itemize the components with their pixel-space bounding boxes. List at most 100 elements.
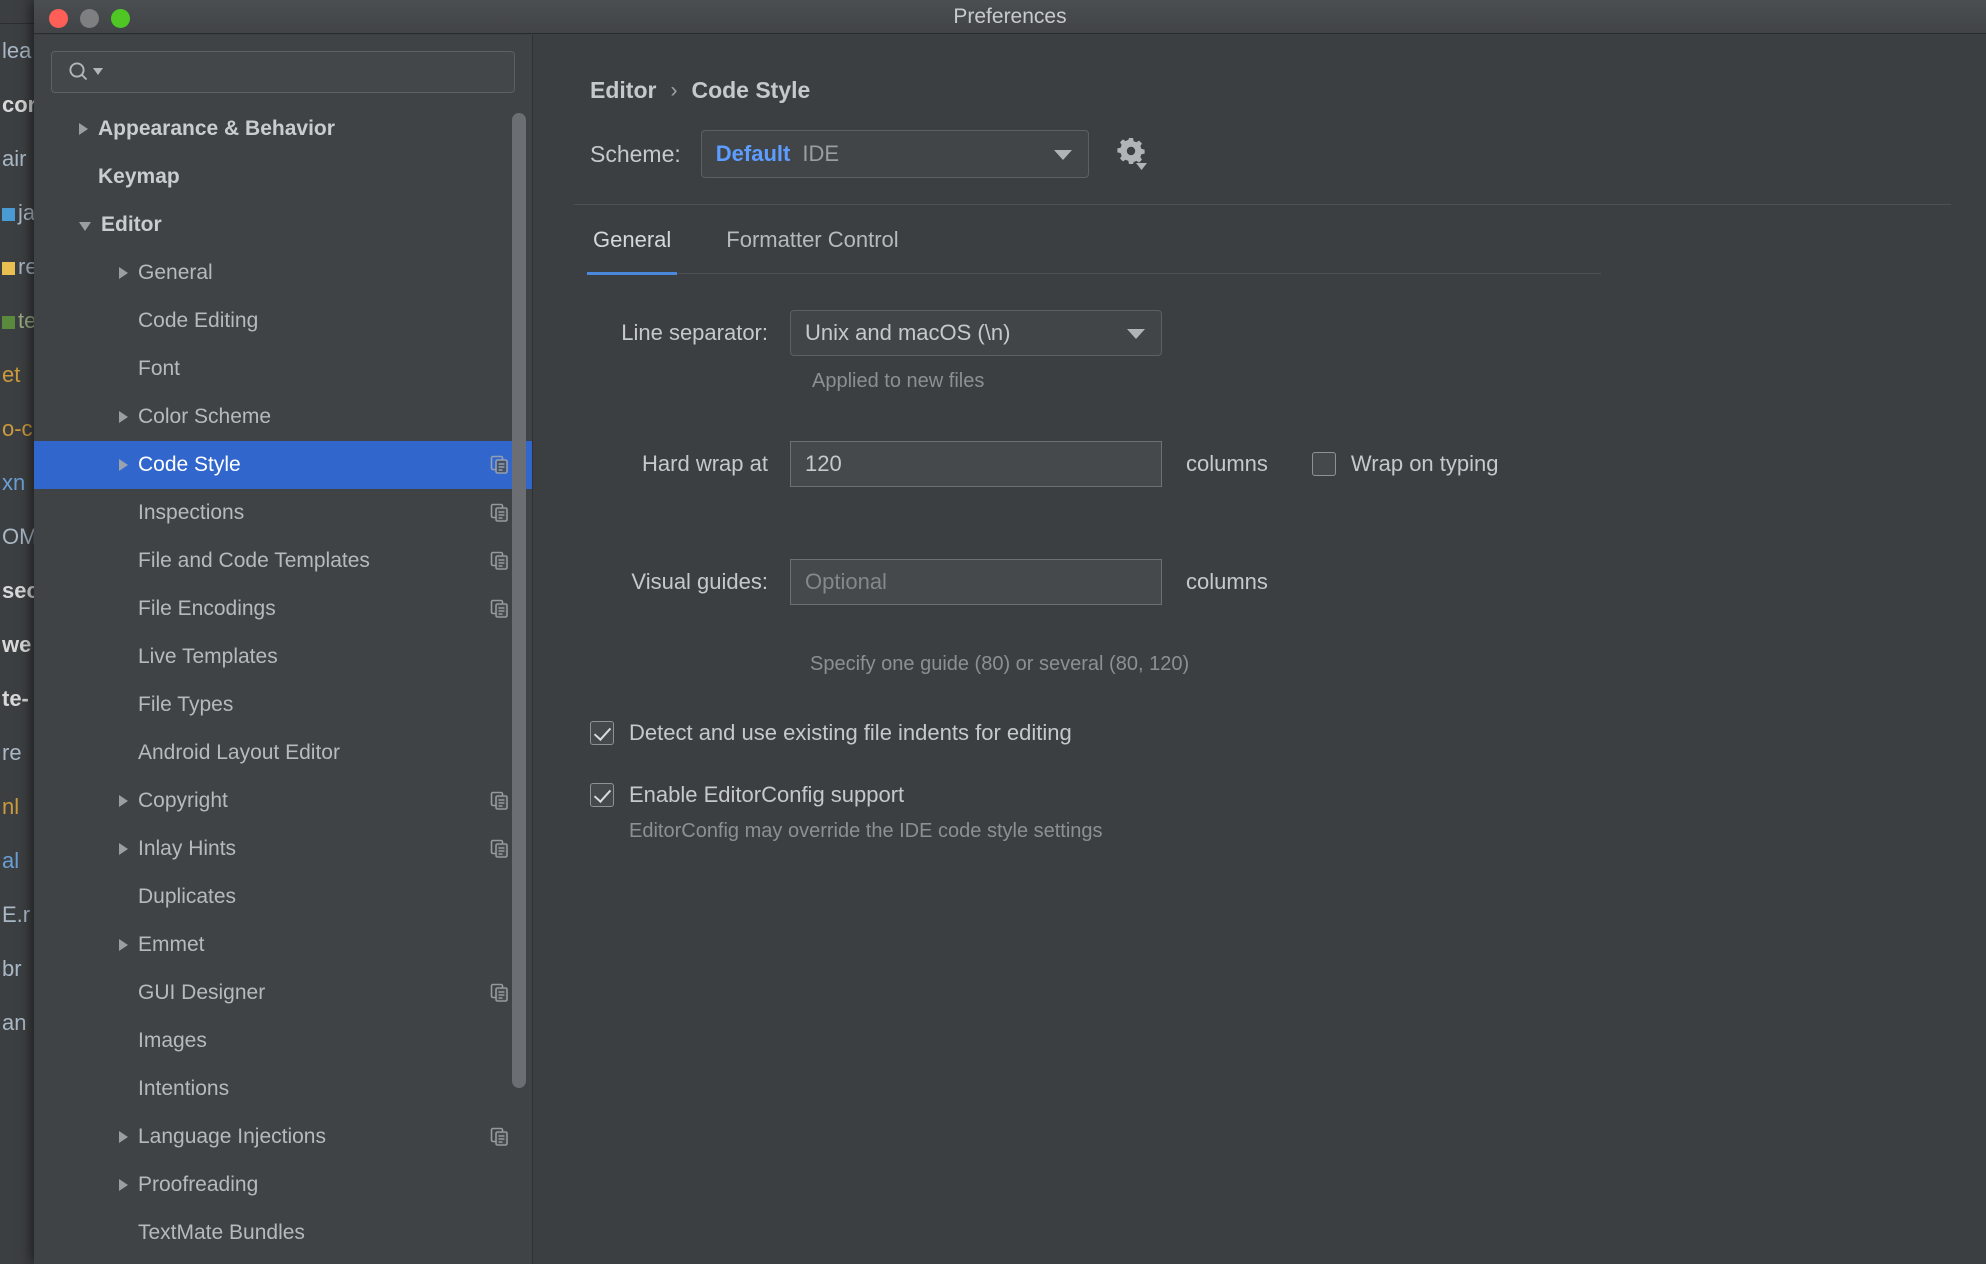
background-code-line: OM <box>0 510 34 564</box>
file-type-icon <box>2 262 15 275</box>
scheme-label: Scheme: <box>590 141 681 168</box>
search-box[interactable] <box>51 51 515 93</box>
background-code-line: re <box>0 726 34 780</box>
sidebar-item-editor[interactable]: Editor <box>34 201 532 249</box>
copy-settings-icon[interactable] <box>490 503 510 523</box>
hard-wrap-label: Hard wrap at <box>590 451 790 477</box>
copy-settings-icon[interactable] <box>490 551 510 571</box>
sidebar-item-android-layout-editor[interactable]: Android Layout Editor <box>34 729 532 777</box>
scheme-settings-button[interactable] <box>1109 132 1153 176</box>
sidebar-item-font[interactable]: Font <box>34 345 532 393</box>
background-code-line: te- <box>0 672 34 726</box>
sidebar-item-inlay-hints[interactable]: Inlay Hints <box>34 825 532 873</box>
copy-settings-icon[interactable] <box>490 983 510 1003</box>
breadcrumb-leaf: Code Style <box>691 77 810 104</box>
sidebar-item-inspections[interactable]: Inspections <box>34 489 532 537</box>
breadcrumb-root[interactable]: Editor <box>590 77 656 104</box>
search-input[interactable] <box>111 61 514 83</box>
wrap-on-typing-row[interactable]: Wrap on typing <box>1312 451 1499 477</box>
visual-guides-unit: columns <box>1186 569 1268 595</box>
sidebar-item-label: File and Code Templates <box>138 549 370 573</box>
hard-wrap-unit: columns <box>1186 451 1268 477</box>
sidebar-item-live-templates[interactable]: Live Templates <box>34 633 532 681</box>
window-title: Preferences <box>34 0 1986 34</box>
tab-general[interactable]: General <box>590 205 697 273</box>
copy-settings-icon[interactable] <box>490 839 510 859</box>
copy-settings-icon[interactable] <box>490 791 510 811</box>
detect-indents-row[interactable]: Detect and use existing file indents for… <box>590 720 1986 746</box>
chevron-right-icon[interactable] <box>119 1179 128 1191</box>
background-toolbar <box>0 0 34 24</box>
sidebar-item-textmate-bundles[interactable]: TextMate Bundles <box>34 1209 532 1257</box>
sidebar-item-label: Emmet <box>138 933 205 957</box>
background-code-line: an <box>0 996 34 1050</box>
sidebar-item-label: Appearance & Behavior <box>98 117 335 141</box>
editorconfig-label: Enable EditorConfig support <box>629 782 904 808</box>
sidebar-item-file-encodings[interactable]: File Encodings <box>34 585 532 633</box>
sidebar-item-emmet[interactable]: Emmet <box>34 921 532 969</box>
sidebar-item-label: Code Editing <box>138 309 258 333</box>
breadcrumb: Editor › Code Style <box>590 77 1986 104</box>
line-separator-dropdown[interactable]: Unix and macOS (\n) <box>790 310 1162 356</box>
chevron-right-icon[interactable] <box>119 267 128 279</box>
editorconfig-row[interactable]: Enable EditorConfig support <box>590 782 1986 808</box>
chevron-right-icon[interactable] <box>119 411 128 423</box>
tab-formatter-control[interactable]: Formatter Control <box>723 205 924 273</box>
background-code-line: air <box>0 132 34 186</box>
search-container <box>34 35 532 105</box>
file-type-icon <box>2 208 15 221</box>
sidebar-item-proofreading[interactable]: Proofreading <box>34 1161 532 1209</box>
sidebar-item-label: Font <box>138 357 180 381</box>
hard-wrap-row: Hard wrap at 120 columns Wrap on typing <box>590 441 1986 487</box>
sidebar-item-language-injections[interactable]: Language Injections <box>34 1113 532 1161</box>
code-style-settings-panel: Editor › Code Style Scheme: Default IDE <box>533 35 1986 1264</box>
sidebar-item-keymap[interactable]: Keymap <box>34 153 532 201</box>
sidebar-item-file-and-code-templates[interactable]: File and Code Templates <box>34 537 532 585</box>
sidebar-item-color-scheme[interactable]: Color Scheme <box>34 393 532 441</box>
sidebar-item-label: Keymap <box>98 165 180 189</box>
copy-settings-icon[interactable] <box>490 455 510 475</box>
sidebar-item-duplicates[interactable]: Duplicates <box>34 873 532 921</box>
chevron-down-icon <box>1054 150 1072 160</box>
chevron-right-icon[interactable] <box>119 459 128 471</box>
chevron-down-icon[interactable] <box>79 222 91 231</box>
background-code-line: E.r <box>0 888 34 942</box>
settings-tabs: General Formatter Control <box>590 205 1601 274</box>
copy-settings-icon[interactable] <box>490 599 510 619</box>
sidebar-item-file-types[interactable]: File Types <box>34 681 532 729</box>
chevron-right-icon[interactable] <box>119 1131 128 1143</box>
sidebar-item-label: Language Injections <box>138 1125 326 1149</box>
tab-label: General <box>593 227 671 252</box>
scheme-dropdown[interactable]: Default IDE <box>701 130 1089 178</box>
background-code-line: te <box>0 294 34 348</box>
settings-tree-scroll-area: Appearance & Behavior Keymap EditorGeneral… <box>34 105 532 1264</box>
sidebar-scrollbar[interactable] <box>512 113 526 1088</box>
line-separator-label: Line separator: <box>590 320 790 346</box>
preferences-body: Appearance & BehaviorKeymapEditorGeneral… <box>34 35 1986 1264</box>
chevron-right-icon[interactable] <box>119 795 128 807</box>
sidebar-item-copyright[interactable]: Copyright <box>34 777 532 825</box>
sidebar-item-label: Android Layout Editor <box>138 741 340 765</box>
copy-settings-icon[interactable] <box>490 1127 510 1147</box>
sidebar-item-images[interactable]: Images <box>34 1017 532 1065</box>
chevron-right-icon[interactable] <box>79 123 88 135</box>
sidebar-item-general[interactable]: General <box>34 249 532 297</box>
hard-wrap-input[interactable]: 120 <box>790 441 1162 487</box>
detect-indents-checkbox[interactable] <box>590 721 614 745</box>
sidebar-item-intentions[interactable]: Intentions <box>34 1065 532 1113</box>
editorconfig-checkbox[interactable] <box>590 783 614 807</box>
sidebar-item-appearance-behavior[interactable]: Appearance & Behavior <box>34 105 532 153</box>
sidebar-item-label: Live Templates <box>138 645 278 669</box>
sidebar-item-gui-designer[interactable]: GUI Designer <box>34 969 532 1017</box>
search-icon <box>67 60 103 84</box>
chevron-right-icon[interactable] <box>119 843 128 855</box>
visual-guides-input[interactable]: Optional <box>790 559 1162 605</box>
sidebar-item-code-style[interactable]: Code Style <box>34 441 532 489</box>
sidebar-item-label: Proofreading <box>138 1173 258 1197</box>
visual-guides-label: Visual guides: <box>590 569 790 595</box>
chevron-right-icon[interactable] <box>119 939 128 951</box>
background-code-line: sec <box>0 564 34 618</box>
wrap-on-typing-checkbox[interactable] <box>1312 452 1336 476</box>
sidebar-item-code-editing[interactable]: Code Editing <box>34 297 532 345</box>
scheme-value-name: Default <box>716 141 791 167</box>
